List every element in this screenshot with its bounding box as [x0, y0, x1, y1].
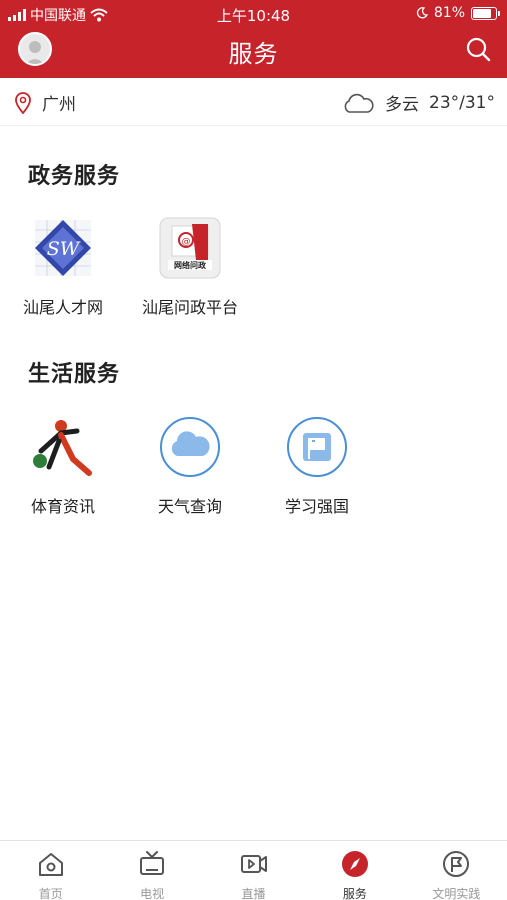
tab-label: 电视: [140, 887, 165, 900]
svg-text:@: @: [182, 237, 191, 247]
svg-text:网络问政: 网络问政: [174, 260, 206, 270]
cloud-outline-icon: [344, 93, 374, 113]
city-name: 广州: [42, 95, 76, 115]
battery-icon: [471, 6, 500, 20]
tab-home[interactable]: 首页: [0, 841, 101, 900]
compass-icon: [341, 851, 368, 877]
weather-summary[interactable]: 多云 23°/31°: [341, 90, 495, 115]
section-title-government: 政务服务: [28, 164, 121, 189]
live-video-icon: [240, 855, 267, 873]
service-item-sports[interactable]: 体育资讯: [0, 415, 126, 517]
cloud-icon: [160, 417, 220, 477]
service-label: 学习强国: [284, 497, 349, 516]
flag-icon: [287, 417, 347, 477]
service-item-talent-network[interactable]: SW 汕尾人才网: [0, 216, 126, 318]
battery-fill: [473, 8, 491, 18]
sw-logo-icon: SW: [35, 220, 91, 276]
status-bar: 中国联通 上午10:48 81%: [0, 0, 507, 28]
sports-logo-icon: [31, 415, 95, 479]
weather-desc: 多云: [385, 95, 419, 115]
wenzheng-logo-icon: @ 网络问政: [159, 217, 221, 279]
tab-label: 首页: [38, 887, 63, 900]
search-icon[interactable]: [465, 36, 491, 62]
tv-icon: [140, 851, 165, 875]
location[interactable]: 广州: [14, 90, 76, 115]
tab-tv[interactable]: 电视: [101, 841, 202, 900]
service-item-wenzheng[interactable]: @ 网络问政 汕尾问政平台: [127, 216, 253, 318]
service-label: 体育资讯: [30, 497, 95, 516]
tab-label: 服务: [342, 887, 367, 900]
top-bar: 中国联通 上午10:48 81% 服务: [0, 0, 507, 78]
location-bar: 广州 多云 23°/31°: [0, 78, 507, 126]
service-label: 天气查询: [157, 497, 222, 516]
tab-live[interactable]: 直播: [203, 841, 304, 900]
tab-label: 文明实践: [432, 887, 481, 900]
service-item-weather[interactable]: 天气查询: [127, 415, 253, 517]
service-label: 汕尾问政平台: [141, 298, 238, 317]
tab-label: 直播: [241, 887, 266, 900]
home-icon: [38, 853, 63, 876]
moon-icon: [416, 7, 428, 19]
status-right: 81%: [416, 5, 500, 21]
svg-text:SW: SW: [47, 238, 81, 260]
service-item-xuexi[interactable]: 学习强国: [254, 415, 380, 517]
temperature: 23°/31°: [429, 92, 495, 113]
section-title-life: 生活服务: [28, 362, 121, 387]
service-label: 汕尾人才网: [22, 298, 103, 317]
page-title: 服务: [228, 40, 279, 68]
banner-icon: [443, 851, 470, 877]
tab-civilization[interactable]: 文明实践: [406, 841, 507, 900]
tab-service[interactable]: 服务: [304, 841, 405, 900]
bottom-tab-bar: 首页 电视 直播 服务 文明实践: [0, 840, 507, 900]
battery-percent: 81%: [433, 5, 465, 21]
location-pin-icon: [15, 91, 31, 114]
